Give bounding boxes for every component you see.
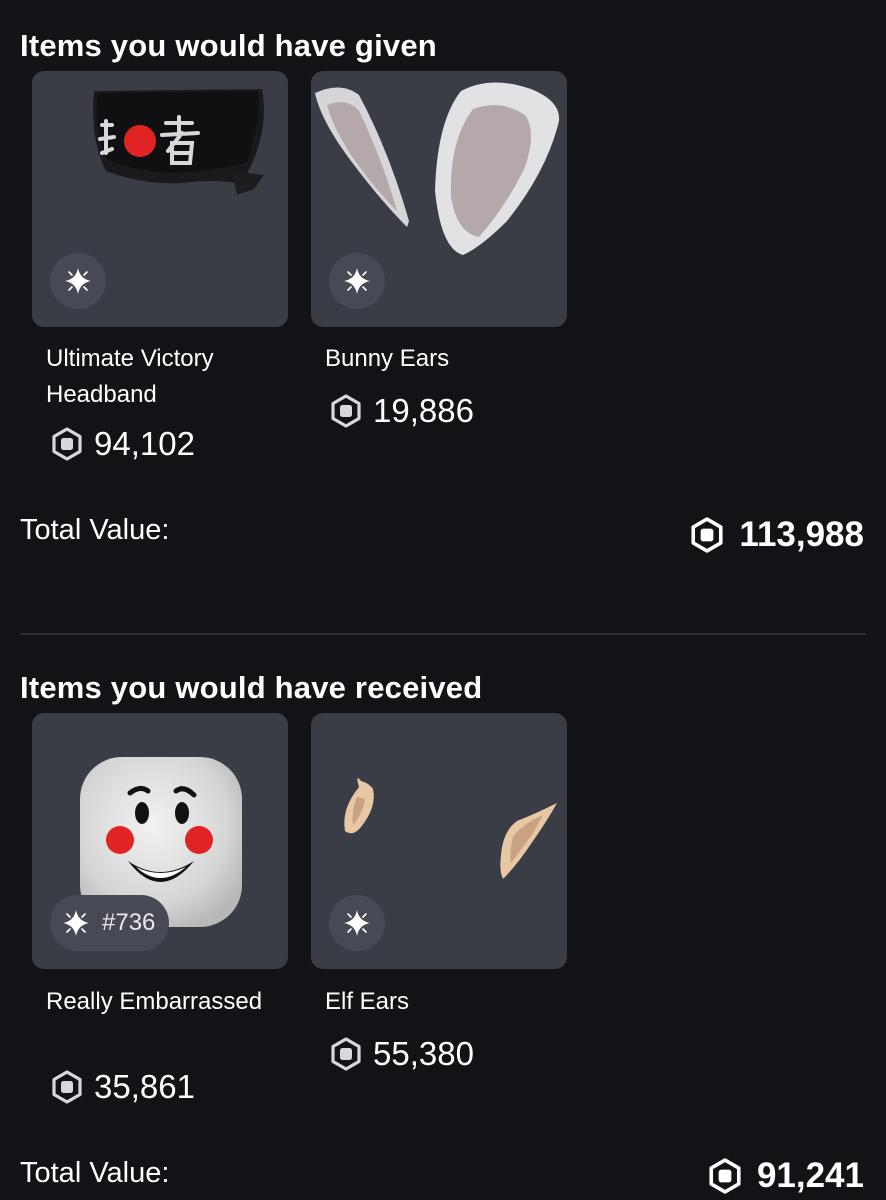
received-section-title: Items you would have received [20,670,483,705]
sparkle-icon [65,268,91,294]
limited-badge [329,253,385,309]
robux-icon [331,1037,361,1071]
robux-icon [709,1158,741,1194]
total-value-label: Total Value: [20,1157,170,1189]
limited-badge [50,253,106,309]
item-price: 55,380 [329,1035,474,1073]
robux-icon [331,394,361,428]
total-value: 91,241 [707,1156,864,1196]
sparkle-icon [344,268,370,294]
total-value-amount: 91,241 [756,1156,864,1195]
price-value: 55,380 [373,1035,474,1072]
item-tile-really-embarrassed[interactable]: #736 [32,713,288,969]
serial-number: #736 [102,909,156,936]
given-section-title: Items you would have given [20,28,437,63]
total-value-label: Total Value: [20,514,170,546]
robux-icon [52,427,82,461]
robux-icon [52,1070,82,1104]
price-value: 19,886 [373,392,474,429]
item-tile-bunny-ears[interactable] [311,71,567,327]
sparkle-icon [63,910,89,936]
total-value: 113,988 [689,515,864,555]
item-tile-elf-ears[interactable] [311,713,567,969]
item-price: 94,102 [50,425,195,463]
limited-badge [329,895,385,951]
robux-icon [691,517,723,553]
item-name[interactable]: Elf Ears [325,984,565,1020]
price-value: 35,861 [94,1068,195,1105]
item-price: 19,886 [329,392,474,430]
sparkle-icon [344,910,370,936]
item-price: 35,861 [50,1068,195,1106]
item-name[interactable]: Really Embarrassed [46,984,286,1020]
item-tile-ultimate-victory-headband[interactable] [32,71,288,327]
price-value: 94,102 [94,425,195,462]
item-name[interactable]: Bunny Ears [325,341,565,377]
section-divider [20,633,866,635]
limited-badge: #736 [50,895,170,951]
total-value-amount: 113,988 [739,515,864,554]
item-name[interactable]: Ultimate Victory Headband [46,341,286,413]
